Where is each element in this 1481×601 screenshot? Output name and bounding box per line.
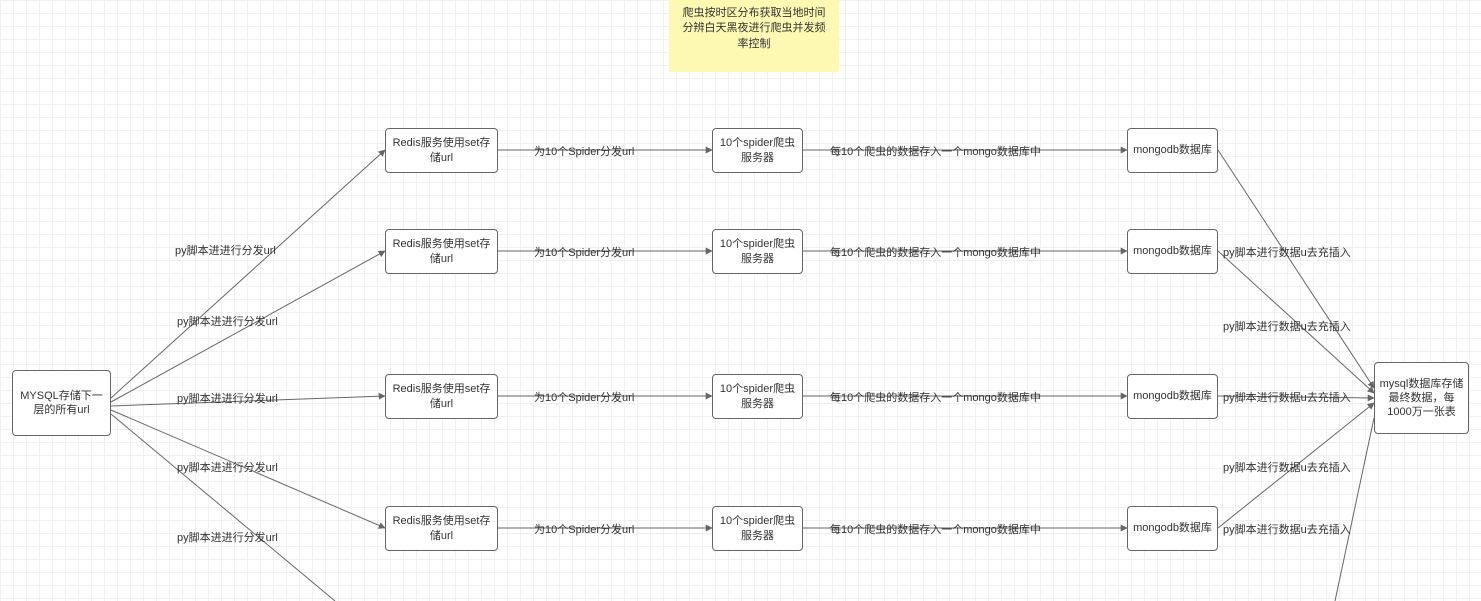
node-redis-2[interactable]: Redis服务使用set存储url [385, 229, 498, 274]
node-label: 10个spider爬虫服务器 [717, 136, 798, 165]
node-label: MYSQL存储下一层的所有url [17, 389, 106, 418]
node-label: Redis服务使用set存储url [390, 136, 493, 165]
edge-label-spider-mongo-1: 每10个爬虫的数据存入一个mongo数据库中 [830, 143, 1041, 159]
edge-label-spider-mongo-3: 每10个爬虫的数据存入一个mongo数据库中 [830, 389, 1041, 405]
node-redis-4[interactable]: Redis服务使用set存储url [385, 506, 498, 551]
edge-label-spider-mongo-4: 每10个爬虫的数据存入一个mongo数据库中 [830, 521, 1041, 537]
edge-label-src-redis-3: py脚本进进行分发url [177, 390, 278, 406]
edge-label-src-redis-5: py脚本进进行分发url [177, 529, 278, 545]
diagram-canvas[interactable]: 爬虫按时区分布获取当地时间分辨白天黑夜进行爬虫并发频率控制 MYS [0, 0, 1481, 601]
node-mongo-4[interactable]: mongodb数据库 [1127, 506, 1218, 551]
node-redis-3[interactable]: Redis服务使用set存储url [385, 374, 498, 419]
edge-label-redis-spider-1: 为10个Spider分发url [534, 143, 634, 159]
edge-label-src-redis-4: py脚本进进行分发url [177, 459, 278, 475]
edge-label-redis-spider-3: 为10个Spider分发url [534, 389, 634, 405]
node-label: mongodb数据库 [1133, 244, 1212, 258]
node-redis-1[interactable]: Redis服务使用set存储url [385, 128, 498, 173]
node-spider-4[interactable]: 10个spider爬虫服务器 [712, 506, 803, 551]
edge-label-spider-mongo-2: 每10个爬虫的数据存入一个mongo数据库中 [830, 244, 1041, 260]
edge-label-redis-spider-2: 为10个Spider分发url [534, 244, 634, 260]
edge-label-mongo-sink-4: py脚本进行数据u去充插入 [1223, 459, 1351, 475]
edge-label-mongo-sink-2: py脚本进行数据u去充插入 [1223, 318, 1351, 334]
node-mysql-source[interactable]: MYSQL存储下一层的所有url [12, 370, 111, 436]
node-label: mongodb数据库 [1133, 521, 1212, 535]
node-spider-3[interactable]: 10个spider爬虫服务器 [712, 374, 803, 419]
node-label: 10个spider爬虫服务器 [717, 237, 798, 266]
edge-label-src-redis-1: py脚本进进行分发url [175, 242, 276, 258]
note-text: 爬虫按时区分布获取当地时间分辨白天黑夜进行爬虫并发频率控制 [683, 7, 826, 50]
node-label: 10个spider爬虫服务器 [717, 514, 798, 543]
node-label: mongodb数据库 [1133, 389, 1212, 403]
node-label: 10个spider爬虫服务器 [717, 382, 798, 411]
edge-label-mongo-sink-5: py脚本进行数据u去充插入 [1223, 521, 1351, 537]
node-label: Redis服务使用set存储url [390, 237, 493, 266]
node-label: mongodb数据库 [1133, 143, 1212, 157]
node-mongo-3[interactable]: mongodb数据库 [1127, 374, 1218, 419]
node-mongo-2[interactable]: mongodb数据库 [1127, 229, 1218, 274]
edge-label-redis-spider-4: 为10个Spider分发url [534, 521, 634, 537]
note-crawler-timezone: 爬虫按时区分布获取当地时间分辨白天黑夜进行爬虫并发频率控制 [669, 0, 839, 72]
node-spider-1[interactable]: 10个spider爬虫服务器 [712, 128, 803, 173]
node-mongo-1[interactable]: mongodb数据库 [1127, 128, 1218, 173]
node-label: mysql数据库存储最终数据，每1000万一张表 [1379, 377, 1464, 420]
node-spider-2[interactable]: 10个spider爬虫服务器 [712, 229, 803, 274]
node-label: Redis服务使用set存储url [390, 514, 493, 543]
node-label: Redis服务使用set存储url [390, 382, 493, 411]
node-mysql-sink[interactable]: mysql数据库存储最终数据，每1000万一张表 [1374, 362, 1469, 434]
edge-label-mongo-sink-1: py脚本进行数据u去充插入 [1223, 244, 1351, 260]
edge-label-mongo-sink-3: py脚本进行数据u去充插入 [1223, 389, 1351, 405]
edge-label-src-redis-2: py脚本进进行分发url [177, 313, 278, 329]
